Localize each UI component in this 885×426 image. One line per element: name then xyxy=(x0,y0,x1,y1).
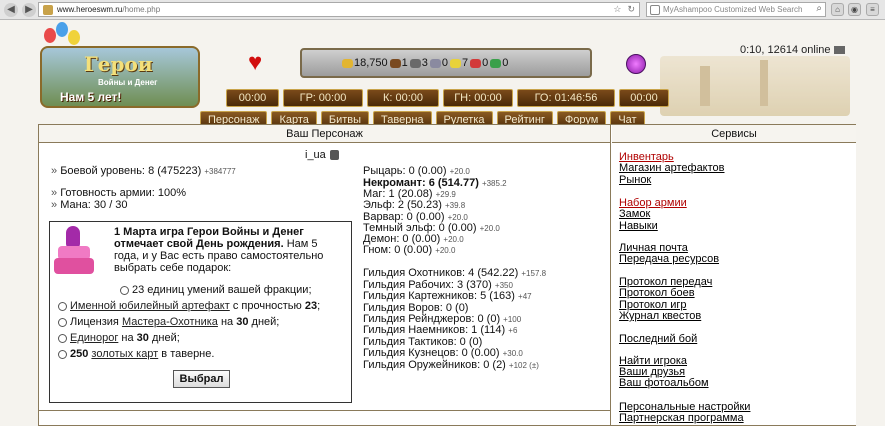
gold-resource: 18,750 xyxy=(342,57,388,69)
logo-anniversary: Нам 5 лет! xyxy=(60,90,122,104)
resources-bar: 18,750 1 3 0 7 0 0 xyxy=(300,48,592,78)
timers-bar: 00:00 ГР: 00:00 К: 00:00 ГН: 00:00 ГО: 0… xyxy=(226,89,669,107)
wood-resource: 1 xyxy=(389,57,408,69)
addon-icon[interactable]: ◉ xyxy=(848,3,861,16)
heart-icon[interactable]: ♥ xyxy=(248,51,262,75)
service-link[interactable]: Партнерская программа xyxy=(619,412,744,424)
arrow-icon: » xyxy=(51,165,58,177)
gold-icon xyxy=(342,58,353,68)
balloon-icon xyxy=(56,22,68,37)
url-path: /home.php xyxy=(122,5,161,14)
lock-icon xyxy=(329,150,339,161)
castle-decoration xyxy=(660,56,850,116)
radio-button[interactable] xyxy=(58,317,67,327)
ore-resource: 3 xyxy=(409,57,428,69)
mercury-icon xyxy=(429,58,441,68)
mail-icon[interactable] xyxy=(833,46,845,55)
service-link[interactable]: Навыки xyxy=(619,220,658,232)
timer-gr: ГР: 00:00 xyxy=(283,89,363,107)
timer-k: К: 00:00 xyxy=(367,89,439,107)
guild-row: Гильдия Наемников: 1 (114) +6 xyxy=(363,324,518,336)
wood-icon xyxy=(389,58,401,68)
browser-toolbar: ◀ ▶ www.heroeswm.ru/home.php ☆ ↻ MyAshamp… xyxy=(0,0,885,20)
address-bar[interactable]: www.heroeswm.ru/home.php ☆ ↻ xyxy=(38,2,640,17)
crystal-resource: 0 xyxy=(470,57,488,69)
search-engine-icon xyxy=(650,5,660,15)
mana: » Мана: 30 / 30 xyxy=(51,199,128,211)
radio-button[interactable] xyxy=(120,285,129,295)
timer-gn: ГН: 00:00 xyxy=(443,89,513,107)
birthday-gift-box: 1 Марта игра Герои Войны и Денег отмечае… xyxy=(49,221,352,403)
guild-row: Гильдия Оружейников: 0 (2) +102 (±) xyxy=(363,359,539,371)
balloon-icon xyxy=(68,30,80,45)
crystal-icon xyxy=(470,58,482,68)
service-link[interactable]: Магазин артефактов xyxy=(619,162,725,174)
service-link[interactable]: Замок xyxy=(619,208,650,220)
search-icon[interactable]: ⌕ xyxy=(816,3,822,14)
faction-row: Рыцарь: 0 (0.00) +20.0 xyxy=(363,165,470,177)
service-link[interactable]: Протокол боев xyxy=(619,287,695,299)
gift-option-cards[interactable]: 250 золотых карт в таверне. xyxy=(58,348,214,360)
search-input[interactable]: MyAshampoo Customized Web Search ⌕ xyxy=(646,2,826,17)
online-counter: 0:10, 12614 online xyxy=(740,44,845,56)
balloon-icon xyxy=(44,28,56,43)
birthday-text: 1 Марта игра Герои Войны и Денег отмечае… xyxy=(114,226,324,274)
guild-row: Гильдия Картежников: 5 (163) +47 xyxy=(363,290,532,302)
service-link[interactable]: Рынок xyxy=(619,174,651,186)
divider xyxy=(39,410,611,411)
main-panel: Ваш Персонаж i_ua » Боевой уровень: 8 (4… xyxy=(38,124,856,426)
site-favicon-icon xyxy=(43,5,53,15)
character-heading: Ваш Персонаж xyxy=(39,125,610,143)
gems-icon xyxy=(490,58,502,68)
gift-option-unicorn[interactable]: Единорог на 30 дней; xyxy=(58,332,180,344)
reload-icon[interactable]: ↻ xyxy=(627,4,635,15)
timer: 00:00 xyxy=(619,89,669,107)
search-placeholder: MyAshampoo Customized Web Search xyxy=(663,5,803,14)
ore-icon xyxy=(409,58,421,68)
gift-option-skills[interactable]: 23 единиц умений вашей фракции; xyxy=(120,284,312,296)
arrow-icon: » xyxy=(51,199,58,211)
forward-icon[interactable]: ▶ xyxy=(22,2,36,17)
gems-resource: 0 xyxy=(490,57,508,69)
guild-row: Гильдия Охотников: 4 (542.22) +157.8 xyxy=(363,267,547,279)
service-link[interactable]: Передача ресурсов xyxy=(619,253,719,265)
game-logo[interactable]: Герои Войны и Денег Нам 5 лет! xyxy=(40,46,200,108)
timer-go: ГО: 01:46:56 xyxy=(517,89,615,107)
combat-level: » Боевой уровень: 8 (475223) +384777 xyxy=(51,165,236,177)
logo-subtitle: Войны и Денег xyxy=(98,78,158,87)
radio-button[interactable] xyxy=(58,333,67,343)
radio-button[interactable] xyxy=(58,301,67,311)
radio-button[interactable] xyxy=(58,349,67,359)
faction-row: Гном: 0 (0.00) +20.0 xyxy=(363,244,456,256)
player-name[interactable]: i_ua xyxy=(305,149,339,161)
character-panel: Ваш Персонаж i_ua » Боевой уровень: 8 (4… xyxy=(39,125,611,425)
mercury-resource: 0 xyxy=(429,57,448,69)
army-readiness: » Готовность армии: 100% xyxy=(51,187,187,199)
gift-option-license[interactable]: Лицензия Мастера-Охотника на 30 дней; xyxy=(58,316,279,328)
back-icon[interactable]: ◀ xyxy=(4,2,18,17)
mana-potion-icon[interactable] xyxy=(626,54,646,74)
menu-icon[interactable]: ≡ xyxy=(866,3,879,16)
service-link[interactable]: Последний бой xyxy=(619,333,697,345)
logo-title: Герои xyxy=(84,52,153,76)
service-link[interactable]: Журнал квестов xyxy=(619,310,701,322)
faction-row: Эльф: 2 (50.23) +39.8 xyxy=(363,199,466,211)
services-heading: Сервисы xyxy=(612,125,856,143)
arrow-icon: » xyxy=(51,187,58,199)
guild-row: Гильдия Кузнецов: 0 (0.00) +30.0 xyxy=(363,347,523,359)
services-panel: Сервисы Инвентарь Магазин артефактов Рынок… xyxy=(612,125,856,425)
sulfur-resource: 7 xyxy=(450,57,468,69)
choose-button[interactable]: Выбрал xyxy=(173,370,230,388)
service-link[interactable]: Ваш фотоальбом xyxy=(619,377,709,389)
gift-option-artifact[interactable]: Именной юбилейный артефакт с прочностью … xyxy=(58,300,320,312)
sulfur-icon xyxy=(450,58,462,68)
game-header: Герои Войны и Денег Нам 5 лет! ♥ 18,750 … xyxy=(0,20,885,129)
home-icon[interactable]: ⌂ xyxy=(831,3,844,16)
star-icon[interactable]: ☆ xyxy=(613,4,621,15)
timer: 00:00 xyxy=(226,89,279,107)
url-host: www.heroeswm.ru xyxy=(57,5,123,14)
cake-icon xyxy=(54,226,94,278)
